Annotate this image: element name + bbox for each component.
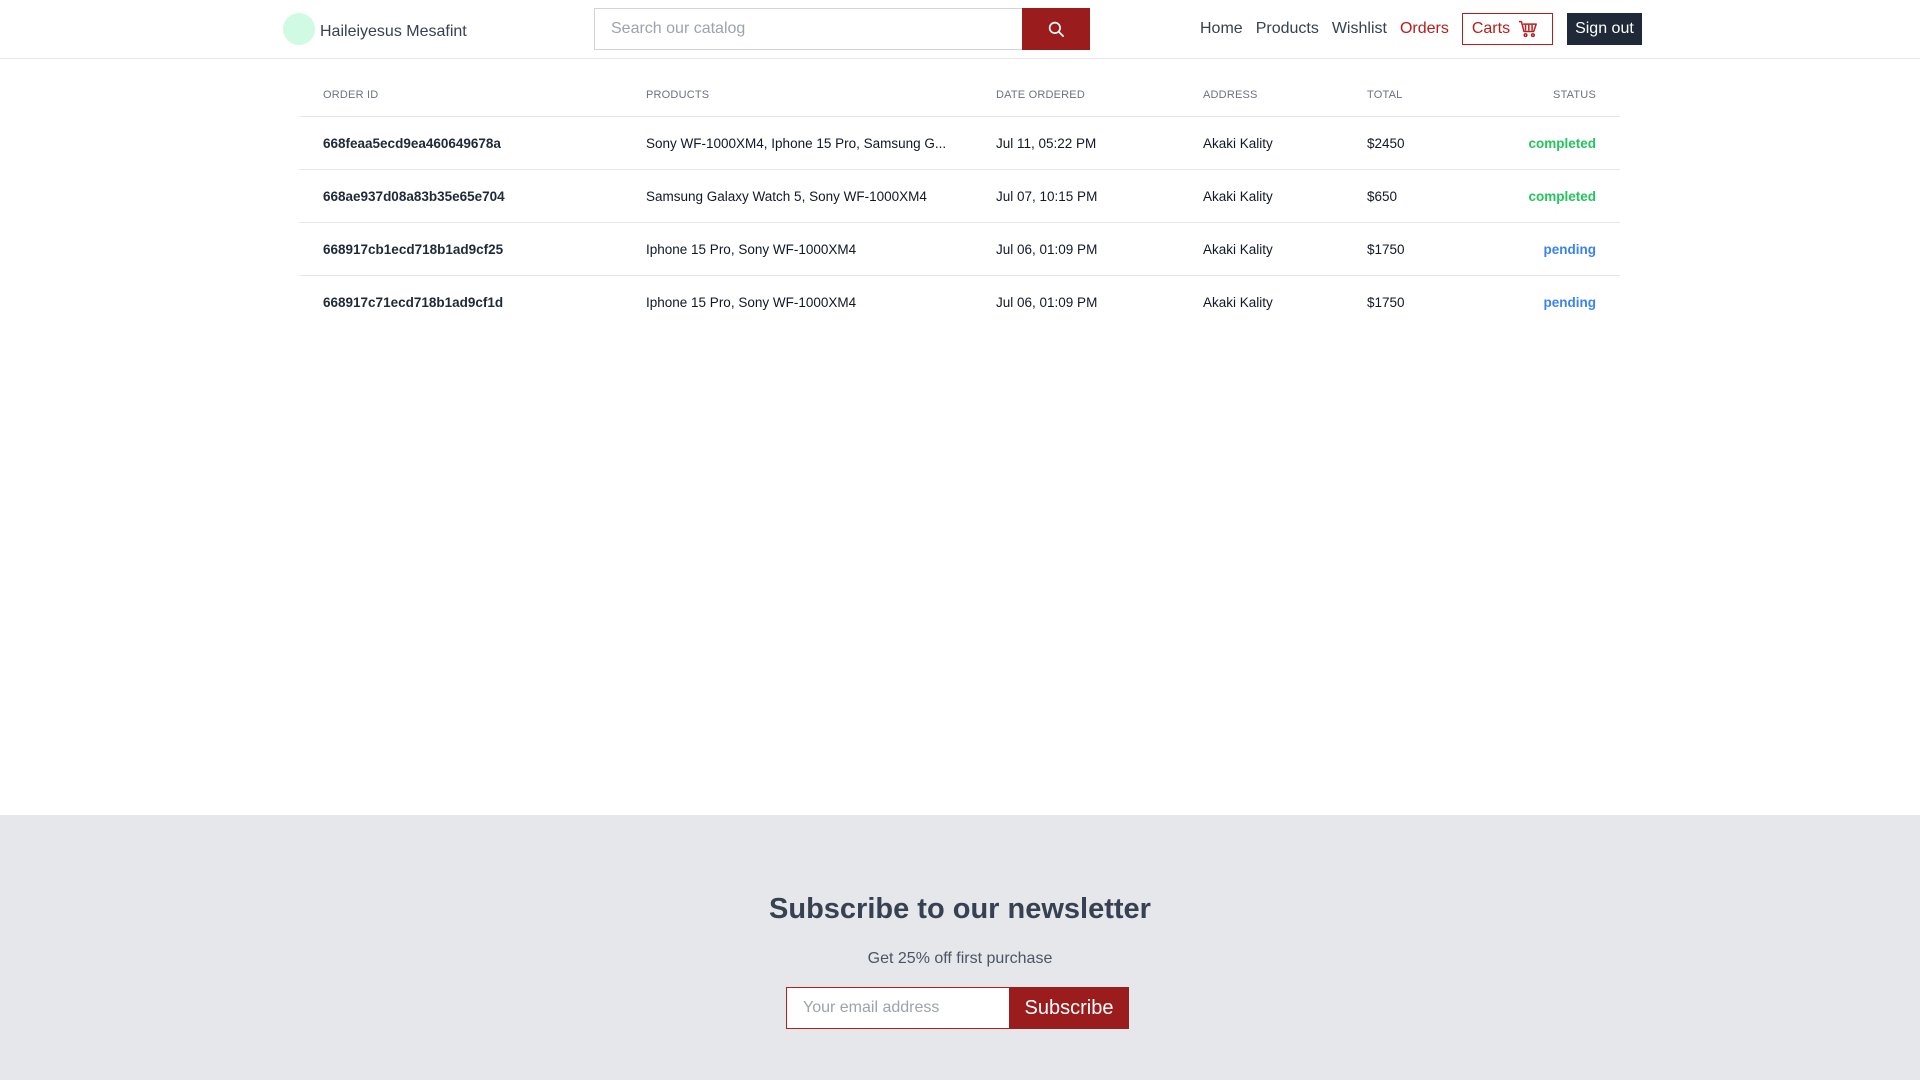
order-address: Akaki Kality <box>1203 294 1273 310</box>
avatar[interactable] <box>283 13 315 45</box>
search-button[interactable] <box>1022 8 1090 50</box>
search-bar <box>594 8 1090 50</box>
table-row[interactable]: 668917cb1ecd718b1ad9cf25 Iphone 15 Pro, … <box>299 222 1620 276</box>
search-icon <box>1048 21 1064 37</box>
newsletter-form: Subscribe <box>786 987 1129 1029</box>
order-id: 668917c71ecd718b1ad9cf1d <box>323 294 504 310</box>
order-id: 668ae937d08a83b35e65e704 <box>299 169 622 223</box>
order-products: Iphone 15 Pro, Sony WF-1000XM4 <box>646 294 857 310</box>
carts-button[interactable]: Carts <box>1461 13 1554 45</box>
order-address: Akaki Kality <box>1179 116 1343 170</box>
cart-icon <box>1519 20 1537 38</box>
status-badge: completed <box>1528 188 1596 204</box>
newsletter-section: Subscribe to our newsletter Get 25% off … <box>0 815 1920 1080</box>
sign-out-button[interactable]: Sign out <box>1567 13 1642 45</box>
newsletter-title: Subscribe to our newsletter <box>769 893 1151 925</box>
column-header-address: ADDRESS <box>1179 74 1343 117</box>
order-id: 668feaa5ecd9ea460649678a <box>299 116 622 170</box>
status-badge: completed <box>1528 135 1596 151</box>
nav-home[interactable]: Home <box>1200 20 1243 38</box>
nav-products[interactable]: Products <box>1256 20 1319 38</box>
order-products: Samsung Galaxy Watch 5, Sony WF-1000XM4 <box>622 169 972 223</box>
top-header: Haileiyesus Mesafint Home Products Wishl… <box>0 0 1920 59</box>
order-id: 668917cb1ecd718b1ad9cf25 <box>299 222 622 276</box>
column-header-products: PRODUCTS <box>622 74 972 117</box>
order-products: Sony WF-1000XM4, Iphone 15 Pro, Samsung … <box>622 116 972 170</box>
order-address: Akaki Kality <box>1179 169 1343 223</box>
column-header-total: TOTAL <box>1343 74 1487 117</box>
column-header-date-ordered: DATE ORDERED <box>972 74 1179 117</box>
order-date: Jul 11, 05:22 PM <box>972 116 1179 170</box>
user-profile[interactable]: Haileiyesus Mesafint <box>283 12 467 46</box>
search-input[interactable] <box>594 8 1022 50</box>
carts-label: Carts <box>1471 20 1511 37</box>
email-field[interactable] <box>786 987 1009 1029</box>
table-row[interactable]: 668ae937d08a83b35e65e704 Samsung Galaxy … <box>299 169 1620 223</box>
user-name: Haileiyesus Mesafint <box>320 23 467 40</box>
order-address: Akaki Kality <box>1179 222 1343 276</box>
subscribe-button[interactable]: Subscribe <box>1009 987 1129 1029</box>
newsletter-subtitle: Get 25% off first purchase <box>867 950 1053 967</box>
column-header-status: STATUS <box>1487 74 1620 117</box>
order-date: Jul 06, 01:09 PM <box>972 222 1179 276</box>
nav-wishlist[interactable]: Wishlist <box>1332 20 1387 38</box>
nav-orders[interactable]: Orders <box>1400 20 1449 38</box>
column-header-order-id: ORDER ID <box>299 74 622 117</box>
table-row[interactable]: 668917c71ecd718b1ad9cf1d Iphone 15 Pro, … <box>299 276 1620 329</box>
order-date: Jul 06, 01:09 PM <box>996 294 1098 310</box>
status-badge: pending <box>1543 294 1597 310</box>
order-total: $650 <box>1343 169 1487 223</box>
main-nav: Home Products Wishlist Orders Carts Sign… <box>1200 12 1642 46</box>
table-row[interactable]: 668feaa5ecd9ea460649678a Sony WF-1000XM4… <box>299 116 1620 170</box>
order-total: $2450 <box>1343 116 1487 170</box>
orders-table-container: ORDER ID PRODUCTS DATE ORDERED ADDRESS T… <box>299 74 1620 328</box>
order-products: Iphone 15 Pro, Sony WF-1000XM4 <box>622 222 972 276</box>
table-header-row: ORDER ID PRODUCTS DATE ORDERED ADDRESS T… <box>299 74 1620 117</box>
order-total: $1750 <box>1367 294 1405 310</box>
status-badge: pending <box>1543 241 1597 257</box>
orders-table: ORDER ID PRODUCTS DATE ORDERED ADDRESS T… <box>299 74 1620 328</box>
order-date: Jul 07, 10:15 PM <box>972 169 1179 223</box>
order-total: $1750 <box>1343 222 1487 276</box>
